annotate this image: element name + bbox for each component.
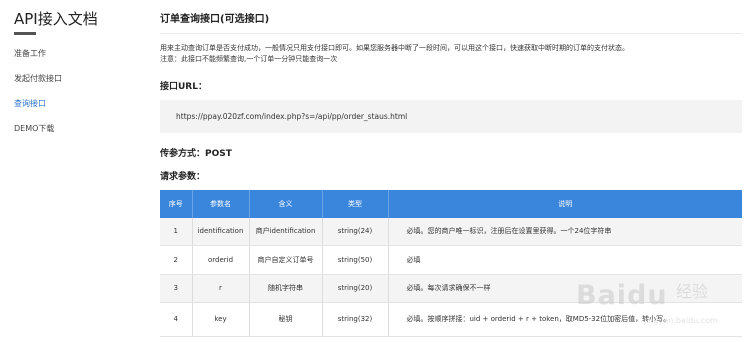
col-header-note: 说明 [387,190,742,218]
sidebar-title: API接入文档 [14,10,98,28]
watermark-brand: Baidu [576,280,668,311]
title-divider [160,33,742,34]
table-row: 2 orderid 商户自定义订单号 string(50) 必填 [160,245,742,275]
description-line: 用来主动查询订单是否支付成功，一般情况只用支付接口即可。如果您服务器中断了一段时… [160,44,629,52]
sidebar-item-prepare[interactable]: 准备工作 [14,48,134,73]
sidebar-item-query[interactable]: 查询接口 [14,98,134,123]
cell-type: string(24) [321,218,388,246]
page-title: 订单查询接口(可选接口) [160,14,270,25]
cell-no: 2 [160,245,192,275]
title-underline [14,32,36,35]
cell-meaning: 商户自定义订单号 [248,245,322,275]
cell-type: string(20) [321,274,388,303]
watermark-sub: 经验 [676,282,709,301]
baidu-jingyan-watermark: Baidu 经验 jingyan.baidu.com [576,272,746,334]
sidebar: API接入文档 准备工作 发起付款接口 查询接口 DEMO下载 [0,0,140,342]
table-header-row: 序号 参数名 含义 类型 说明 [160,190,742,218]
url-box: https://ppay.020zf.com/index.php?s=/api/… [160,100,742,133]
col-header-meaning: 含义 [248,190,322,218]
cell-no: 3 [160,274,192,303]
api-url[interactable]: https://ppay.020zf.com/index.php?s=/api/… [176,112,407,121]
notice-line: 注意：此接口不能频繁查询,一个订单一分钟只能查询一次 [160,55,338,63]
cell-meaning: 随机字符串 [248,274,322,303]
cell-name: r [191,274,249,303]
cell-note: 必填 [387,245,742,275]
cell-no: 4 [160,302,192,337]
col-header-no: 序号 [160,190,192,218]
cell-type: string(50) [321,245,388,275]
sidebar-item-demo-download[interactable]: DEMO下载 [14,123,134,148]
cell-name: identification [191,218,249,246]
col-header-name: 参数名 [191,190,249,218]
sidebar-nav: 准备工作 发起付款接口 查询接口 DEMO下载 [14,48,134,148]
cell-no: 1 [160,218,192,246]
url-heading: 接口URL： [160,82,207,92]
description: 用来主动查询订单是否支付成功，一般情况只用支付接口即可。如果您服务器中断了一段时… [160,43,744,65]
method-heading: 传参方式：POST [160,149,232,159]
cell-name: key [191,302,249,337]
cell-meaning: 秘钥 [248,302,322,337]
col-header-type: 类型 [321,190,388,218]
cell-name: orderid [191,245,249,275]
cell-note: 必填。您的商户唯一标识，注册后在设置里获得。一个24位字符串 [387,218,742,246]
params-heading: 请求参数： [160,172,206,182]
cell-type: string(32) [321,302,388,337]
cell-meaning: 商户identification [248,218,322,246]
table-row: 1 identification 商户identification string… [160,218,742,246]
sidebar-item-payment[interactable]: 发起付款接口 [14,73,134,98]
watermark-domain: jingyan.baidu.com [644,316,718,325]
